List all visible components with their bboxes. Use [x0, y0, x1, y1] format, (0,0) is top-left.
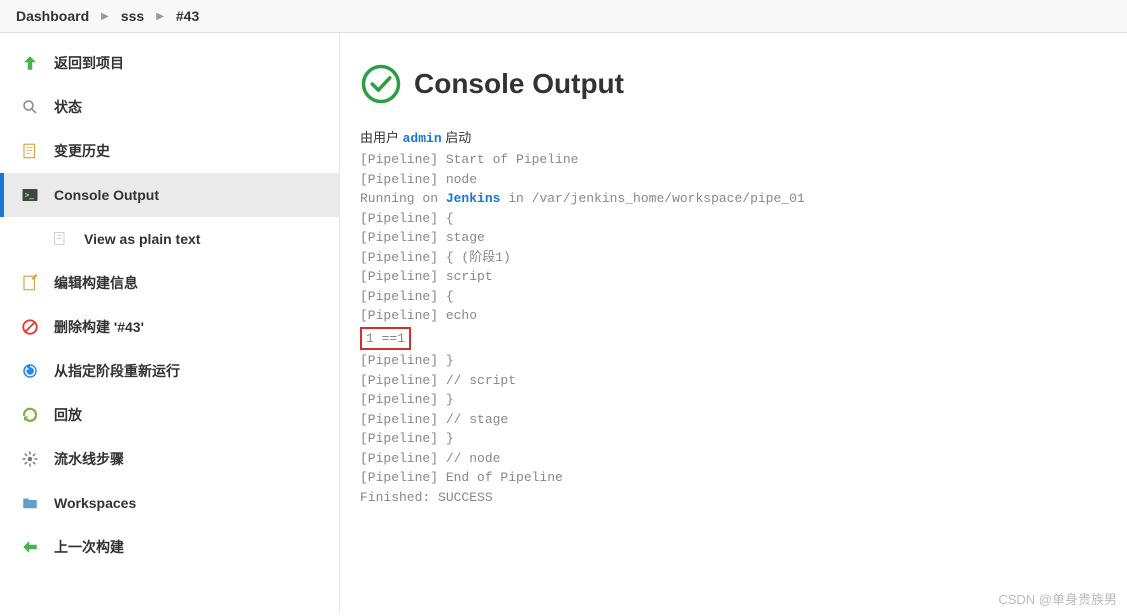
- restart-icon: [20, 361, 40, 381]
- folder-icon: [20, 493, 40, 513]
- sidebar-item-prev[interactable]: 上一次构建: [0, 525, 339, 569]
- sidebar: 返回到项目 状态 变更历史 >_ Console Output View as …: [0, 33, 340, 613]
- terminal-icon: >_: [20, 185, 40, 205]
- sidebar-item-label: 返回到项目: [54, 53, 124, 73]
- breadcrumb-item[interactable]: #43: [176, 8, 199, 24]
- page-title: Console Output: [360, 63, 1107, 105]
- breadcrumb-item[interactable]: Dashboard: [16, 8, 89, 24]
- sidebar-item-label: 回放: [54, 405, 82, 425]
- page-title-text: Console Output: [414, 68, 624, 100]
- forbidden-icon: [20, 317, 40, 337]
- sidebar-item-label: View as plain text: [84, 231, 200, 247]
- sidebar-item-console[interactable]: >_ Console Output: [0, 173, 339, 217]
- sidebar-item-label: 状态: [54, 97, 82, 117]
- user-link[interactable]: admin: [403, 131, 442, 146]
- arrow-left-icon: [20, 537, 40, 557]
- chevron-right-icon: ▶: [156, 11, 164, 22]
- sidebar-item-label: Workspaces: [54, 495, 136, 511]
- svg-text:>_: >_: [25, 190, 35, 199]
- notes-icon: [20, 141, 40, 161]
- gear-icon: [20, 449, 40, 469]
- sidebar-item-label: 流水线步骤: [54, 449, 124, 469]
- sidebar-item-status[interactable]: 状态: [0, 85, 339, 129]
- sidebar-item-workspaces[interactable]: Workspaces: [0, 481, 339, 525]
- chevron-right-icon: ▶: [101, 11, 109, 22]
- sidebar-item-replay[interactable]: 回放: [0, 393, 339, 437]
- sidebar-item-label: 上一次构建: [54, 537, 124, 557]
- document-icon: [50, 229, 70, 249]
- highlighted-output: 1 ==1: [360, 327, 411, 351]
- sidebar-item-plaintext[interactable]: View as plain text: [0, 217, 339, 261]
- success-icon: [360, 63, 402, 105]
- sidebar-item-label: 变更历史: [54, 141, 110, 161]
- replay-icon: [20, 405, 40, 425]
- search-icon: [20, 97, 40, 117]
- started-by-line: 由用户 admin 启动: [360, 127, 1107, 146]
- breadcrumb: Dashboard ▶ sss ▶ #43: [0, 0, 1127, 33]
- sidebar-item-label: 从指定阶段重新运行: [54, 361, 180, 381]
- sidebar-item-back[interactable]: 返回到项目: [0, 41, 339, 85]
- sidebar-item-label: 删除构建 '#43': [54, 317, 144, 337]
- sidebar-item-steps[interactable]: 流水线步骤: [0, 437, 339, 481]
- console-output: [Pipeline] Start of Pipeline [Pipeline] …: [360, 150, 1107, 507]
- arrow-up-icon: [20, 53, 40, 73]
- sidebar-item-label: 编辑构建信息: [54, 273, 138, 293]
- sidebar-item-label: Console Output: [54, 187, 159, 203]
- node-link[interactable]: Jenkins: [446, 191, 501, 206]
- sidebar-item-delete[interactable]: 删除构建 '#43': [0, 305, 339, 349]
- watermark: CSDN @单身贵族男: [998, 589, 1117, 608]
- sidebar-item-edit[interactable]: 编辑构建信息: [0, 261, 339, 305]
- main-content: Console Output 由用户 admin 启动 [Pipeline] S…: [340, 33, 1127, 613]
- breadcrumb-item[interactable]: sss: [121, 8, 144, 24]
- sidebar-item-restart[interactable]: 从指定阶段重新运行: [0, 349, 339, 393]
- edit-icon: [20, 273, 40, 293]
- sidebar-item-changes[interactable]: 变更历史: [0, 129, 339, 173]
